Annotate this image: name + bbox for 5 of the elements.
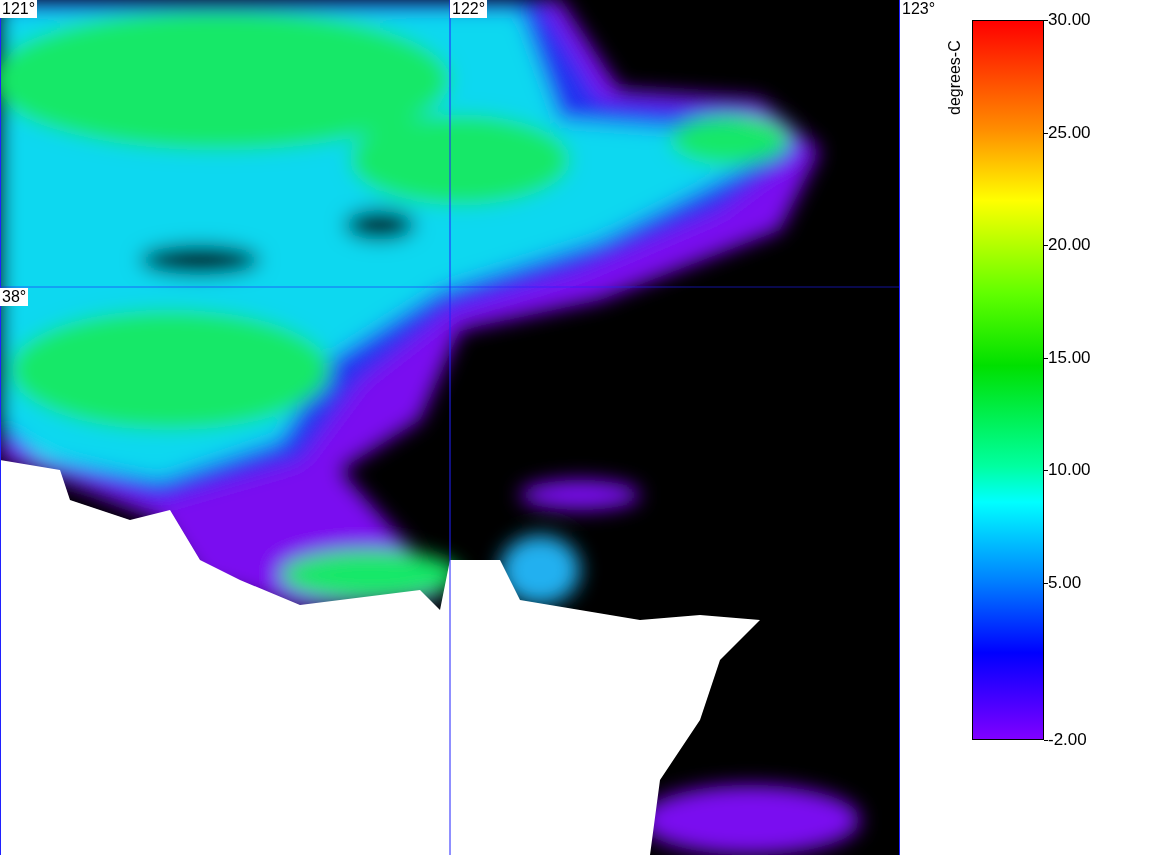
no-data-patch bbox=[345, 210, 415, 240]
longitude-label: 121° bbox=[0, 0, 38, 18]
legend-title: degrees-C bbox=[946, 39, 964, 115]
longitude-label: 122° bbox=[450, 0, 488, 18]
latitude-label: 38° bbox=[0, 288, 29, 306]
